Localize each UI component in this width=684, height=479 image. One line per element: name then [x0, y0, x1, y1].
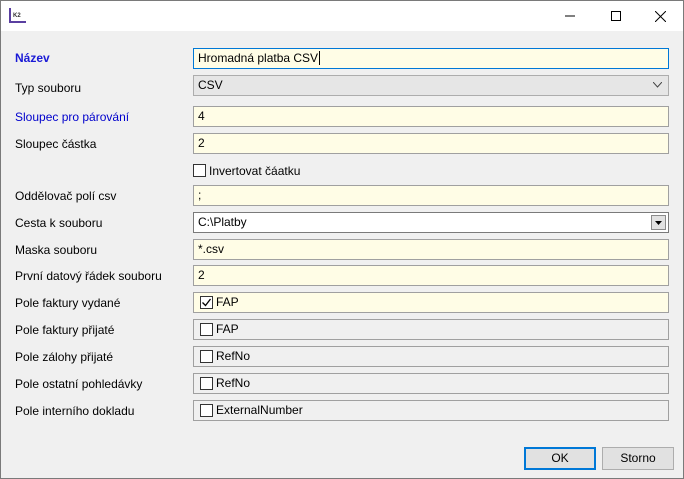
typ-souboru-select[interactable]: CSV: [193, 75, 669, 96]
dialog-window: K2 Název Hromadná platba CSV Typ souboru…: [0, 0, 684, 479]
triangle-down-icon: [655, 220, 662, 225]
cancel-button[interactable]: Storno: [602, 447, 674, 470]
prvni-radek-label: První datový řádek souboru: [15, 269, 162, 283]
oddelovac-label: Oddělovač polí csv: [15, 189, 117, 203]
app-logo-text: K2: [13, 13, 21, 19]
typ-souboru-value: CSV: [198, 78, 223, 92]
faktury-prijate-value: FAP: [216, 322, 239, 336]
nazev-label: Název: [15, 51, 50, 65]
ostatni-pohledavky-checkbox[interactable]: [200, 377, 213, 390]
cesta-value: C:\Platby: [198, 215, 247, 229]
faktury-vydane-checkbox[interactable]: [200, 296, 213, 309]
zalohy-prijate-label: Pole zálohy přijaté: [15, 350, 114, 364]
close-button[interactable]: [637, 1, 683, 31]
maska-value: *.csv: [198, 242, 225, 256]
cesta-label: Cesta k souboru: [15, 216, 103, 230]
interni-doklad-checkbox[interactable]: [200, 404, 213, 417]
app-logo-icon: K2: [9, 8, 26, 23]
sloupec-parovani-input[interactable]: 4: [193, 106, 669, 127]
title-bar[interactable]: K2: [1, 1, 683, 31]
faktury-vydane-value: FAP: [216, 295, 239, 309]
oddelovac-value: ;: [198, 188, 202, 202]
sloupec-parovani-label: Sloupec pro párování: [15, 110, 130, 124]
ostatni-pohledavky-label: Pole ostatní pohledávky: [15, 377, 143, 391]
sloupec-castka-value: 2: [198, 136, 205, 150]
prvni-radek-input[interactable]: 2: [193, 265, 669, 286]
oddelovac-input[interactable]: ;: [193, 185, 669, 206]
nazev-input[interactable]: Hromadná platba CSV: [193, 48, 669, 69]
sloupec-castka-input[interactable]: 2: [193, 133, 669, 154]
ostatni-pohledavky-field: RefNo: [193, 373, 669, 394]
zalohy-prijate-value: RefNo: [216, 349, 251, 363]
maximize-icon: [611, 11, 621, 21]
cesta-input[interactable]: C:\Platby: [193, 212, 669, 233]
faktury-vydane-field: FAP: [193, 292, 669, 313]
sloupec-castka-label: Sloupec částka: [15, 137, 97, 151]
close-icon: [654, 10, 666, 22]
chevron-down-icon: [653, 82, 662, 88]
faktury-vydane-label: Pole faktury vydané: [15, 296, 121, 310]
typ-souboru-label: Typ souboru: [15, 81, 82, 95]
maska-input[interactable]: *.csv: [193, 239, 669, 260]
zalohy-prijate-checkbox[interactable]: [200, 350, 213, 363]
interni-doklad-label: Pole interního dokladu: [15, 404, 135, 418]
sloupec-parovani-value: 4: [198, 109, 205, 123]
faktury-prijate-field: FAP: [193, 319, 669, 340]
invertovat-checkbox[interactable]: [193, 164, 206, 177]
maska-label: Maska souboru: [15, 243, 98, 257]
zalohy-prijate-field: RefNo: [193, 346, 669, 367]
invertovat-label[interactable]: Invertovat čáatku: [209, 162, 300, 180]
minimize-icon: [565, 15, 575, 17]
minimize-button[interactable]: [547, 1, 593, 31]
nazev-value: Hromadná platba CSV: [198, 51, 319, 65]
interni-doklad-field: ExternalNumber: [193, 400, 669, 421]
faktury-prijate-label: Pole faktury přijaté: [15, 323, 115, 337]
interni-doklad-value: ExternalNumber: [216, 403, 303, 417]
maximize-button[interactable]: [593, 1, 639, 31]
cesta-dropdown-button[interactable]: [651, 215, 666, 230]
prvni-radek-value: 2: [198, 268, 205, 282]
faktury-prijate-checkbox[interactable]: [200, 323, 213, 336]
checkmark-icon: [202, 298, 212, 307]
ostatni-pohledavky-value: RefNo: [216, 376, 251, 390]
ok-button[interactable]: OK: [524, 447, 596, 470]
